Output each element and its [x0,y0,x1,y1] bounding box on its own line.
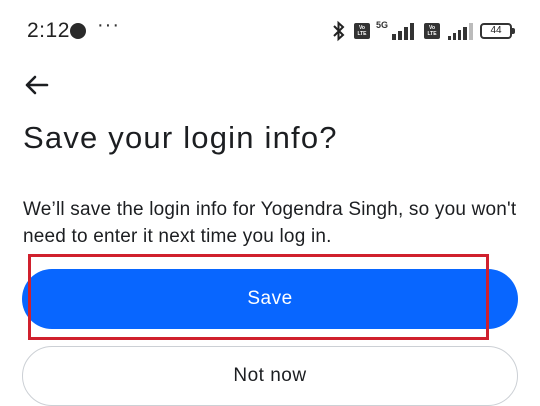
status-time: 2:12 [27,19,70,42]
notification-dot-icon [70,23,86,39]
network-type: 5G [375,20,388,30]
more-notifications-icon: ··· [97,14,120,36]
volte-icon-2: Vo LTE [424,23,440,39]
page-title: Save your login info? [23,120,338,155]
battery-icon: 44 [480,23,515,39]
save-button[interactable]: Save [22,269,518,329]
page-description: We’ll save the login info for Yogendra S… [23,199,517,247]
signal-icon [392,23,414,40]
status-icons: Vo LTE 5G Vo LTE 44 [330,19,515,43]
not-now-button[interactable]: Not now [22,346,518,406]
bluetooth-icon [333,20,345,42]
volte-icon: Vo LTE [353,23,370,39]
status-bar: 2:12 ··· Vo LTE 5G Vo LTE 44 [0,0,540,62]
back-arrow-icon[interactable] [22,70,52,100]
signal-icon-2 [448,23,473,40]
